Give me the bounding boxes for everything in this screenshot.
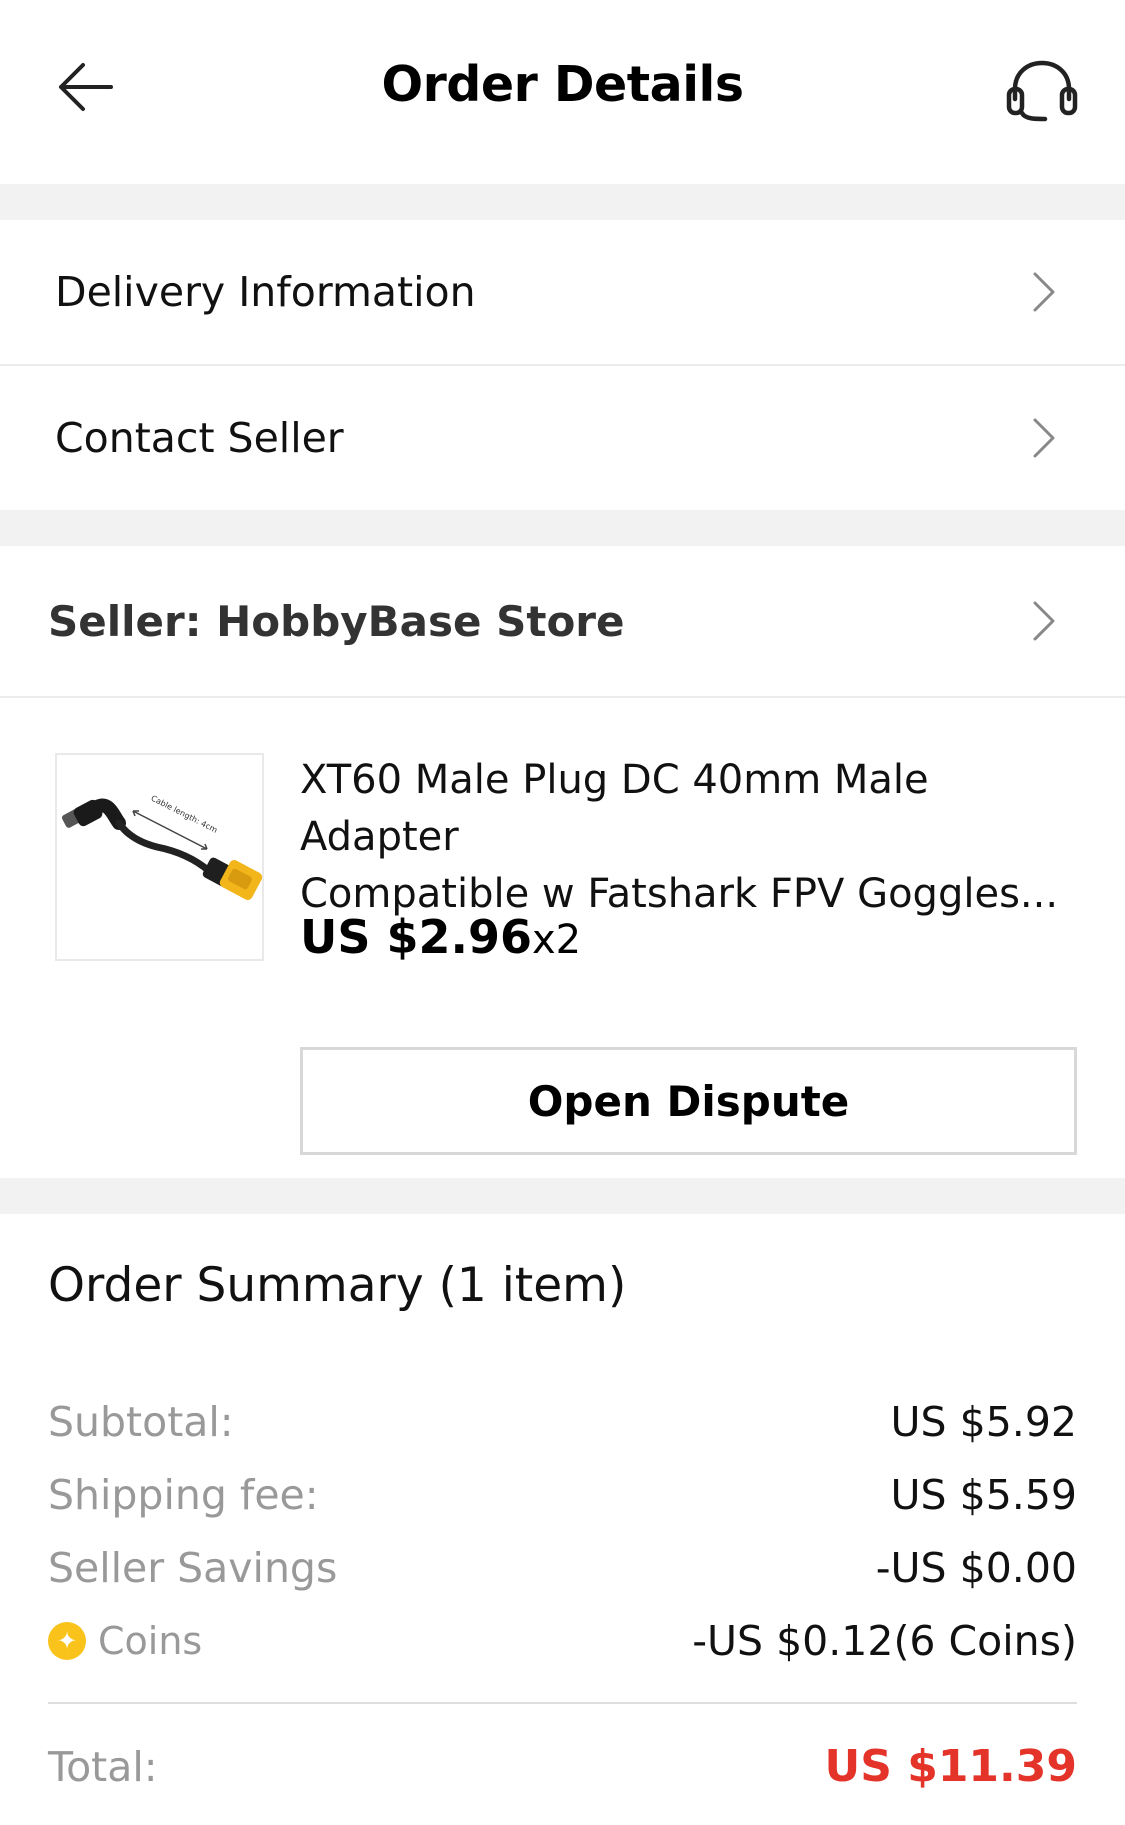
seller-name: Seller: HobbyBase Store	[48, 596, 625, 646]
contact-seller-label: Contact Seller	[55, 414, 344, 462]
product-title[interactable]: XT60 Male Plug DC 40mm Male Adapter Comp…	[300, 752, 1090, 923]
section-gap	[0, 184, 1125, 220]
section-gap	[0, 510, 1125, 546]
chevron-right-icon	[1033, 601, 1055, 641]
image-caption: Cable length: 4cm	[149, 794, 219, 835]
subtotal-value: US $5.92	[890, 1398, 1077, 1446]
unit-price: US $2.96	[300, 910, 532, 964]
divider	[0, 696, 1125, 698]
top-bar: Order Details	[0, 0, 1125, 184]
contact-seller-row[interactable]: Contact Seller	[0, 366, 1125, 510]
coins-label-group: ✦ Coins	[48, 1619, 202, 1663]
coins-value: -US $0.12(6 Coins)	[692, 1617, 1077, 1665]
seller-savings-value: -US $0.00	[875, 1544, 1077, 1592]
chevron-right-icon	[1033, 272, 1055, 312]
subtotal-row: Subtotal: US $5.92	[48, 1398, 1077, 1446]
shipping-fee-label: Shipping fee:	[48, 1471, 319, 1519]
product-title-line: XT60 Male Plug DC 40mm Male Adapter	[300, 757, 929, 860]
coins-row: ✦ Coins -US $0.12(6 Coins)	[48, 1617, 1077, 1665]
product-price: US $2.96x2	[300, 910, 581, 964]
coin-icon: ✦	[48, 1622, 86, 1660]
headset-icon	[1006, 60, 1078, 122]
delivery-information-row[interactable]: Delivery Information	[0, 220, 1125, 364]
total-value: US $11.39	[824, 1741, 1077, 1792]
customer-support-button[interactable]	[1000, 52, 1084, 130]
open-dispute-button[interactable]: Open Dispute	[300, 1047, 1077, 1155]
coins-label: Coins	[98, 1619, 203, 1663]
chevron-right-icon	[1033, 418, 1055, 458]
total-row: Total: US $11.39	[48, 1741, 1077, 1792]
page-title: Order Details	[381, 56, 744, 113]
subtotal-label: Subtotal:	[48, 1398, 234, 1446]
shipping-fee-value: US $5.59	[890, 1471, 1077, 1519]
seller-savings-row: Seller Savings -US $0.00	[48, 1544, 1077, 1592]
seller-savings-label: Seller Savings	[48, 1544, 338, 1592]
delivery-information-label: Delivery Information	[55, 268, 476, 316]
product-image: Cable length: 4cm	[61, 794, 263, 900]
product-thumbnail[interactable]: Cable length: 4cm	[55, 753, 264, 961]
order-summary-title: Order Summary (1 item)	[48, 1258, 627, 1313]
summary-divider	[48, 1702, 1077, 1704]
seller-row[interactable]: Seller: HobbyBase Store	[0, 546, 1125, 696]
shipping-fee-row: Shipping fee: US $5.59	[48, 1471, 1077, 1519]
quantity: x2	[532, 917, 582, 963]
order-details-page: Order Details Delivery Information Conta…	[0, 0, 1125, 1825]
section-gap	[0, 1178, 1125, 1214]
total-label: Total:	[48, 1742, 158, 1791]
